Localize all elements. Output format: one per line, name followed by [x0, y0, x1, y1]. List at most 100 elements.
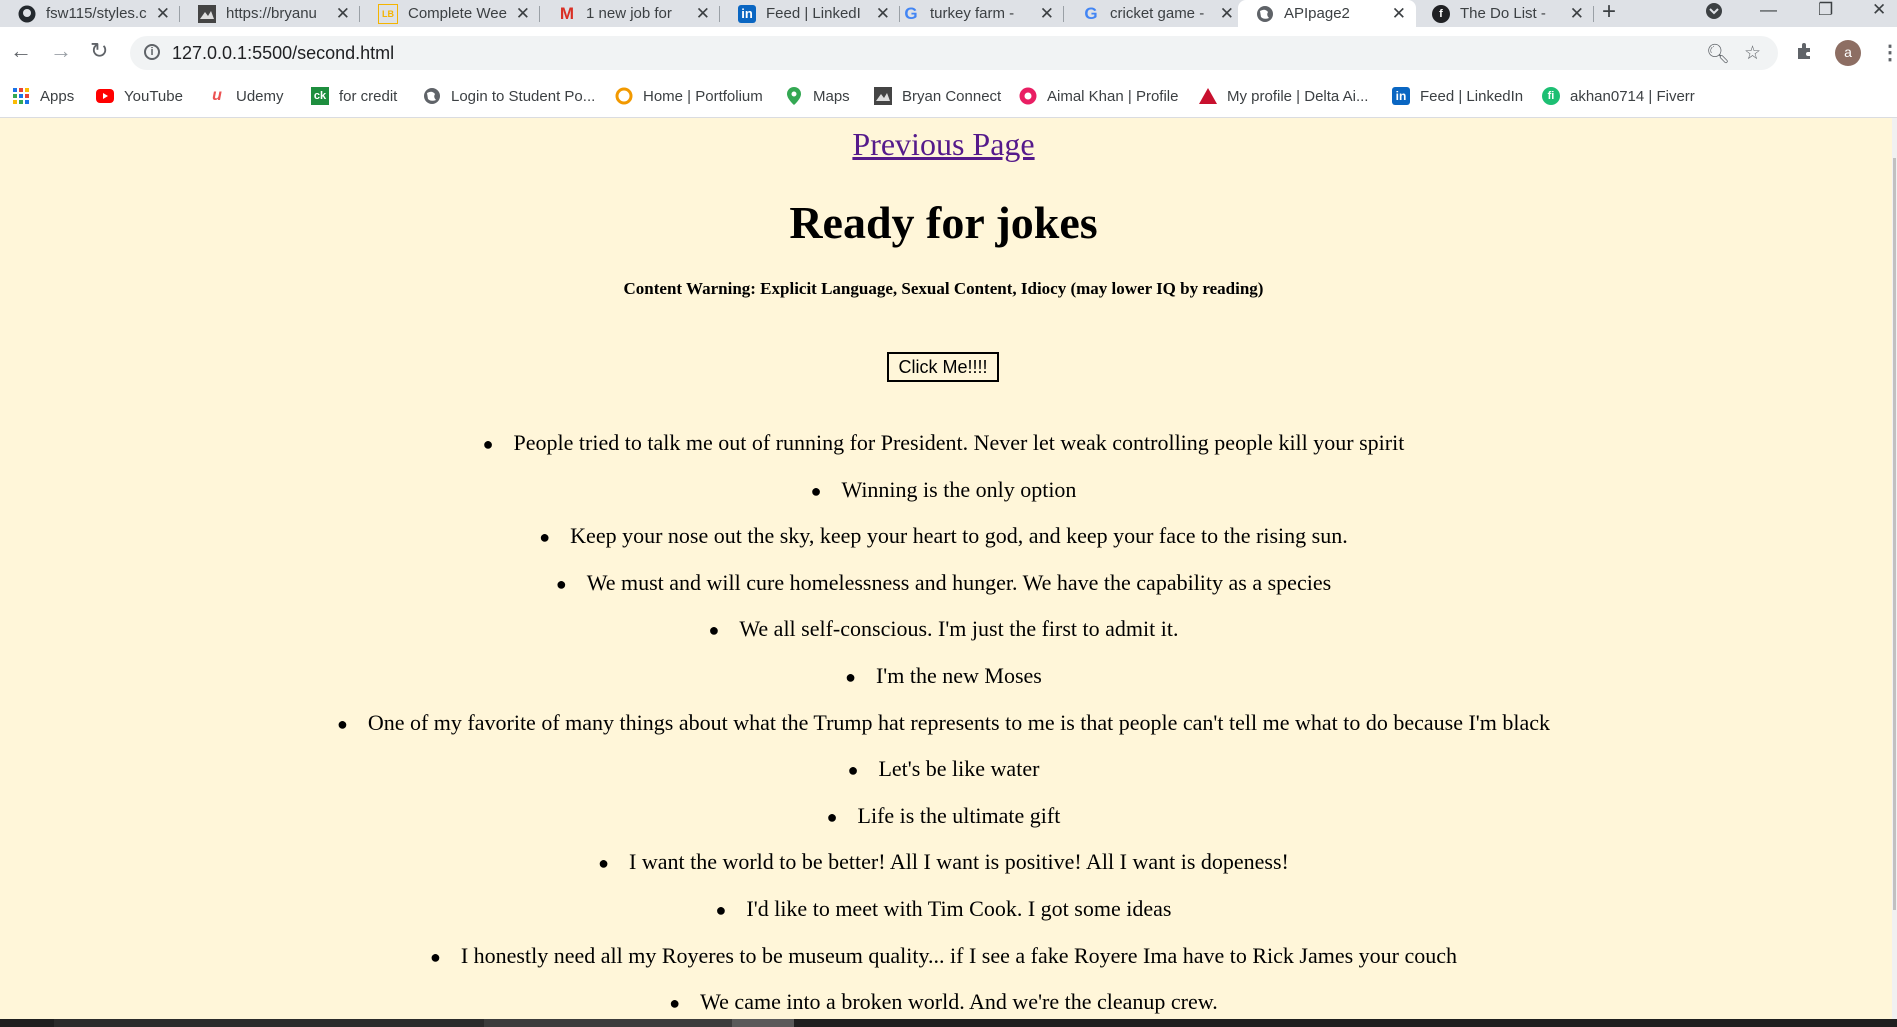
list-item: ● I honestly need all my Royeres to be mu…	[429, 942, 1458, 968]
close-icon[interactable]: ✕	[156, 4, 170, 24]
window-close-icon[interactable]: ✕	[1872, 0, 1886, 20]
bookmark-for-credit[interactable]: ck for credit	[311, 87, 397, 105]
click-me-button[interactable]: Click Me!!!!	[887, 352, 999, 382]
bookmark-label: YouTube	[124, 87, 183, 105]
tab-github[interactable]: fsw115/styles.c ✕	[0, 0, 180, 27]
joke-text: One of my favorite of many things about …	[367, 709, 1551, 735]
close-icon[interactable]: ✕	[1220, 4, 1234, 24]
taskbar-item[interactable]	[732, 1019, 794, 1027]
bookmark-label: Aimal Khan | Profile	[1047, 87, 1179, 105]
tab-linkedin[interactable]: in Feed | LinkedI ✕	[720, 0, 900, 27]
doc-icon: LB	[378, 3, 398, 24]
globe-icon	[1256, 5, 1274, 23]
joke-text: Let's be like water	[878, 756, 1040, 782]
address-url[interactable]: 127.0.0.1:5500/second.html	[172, 43, 394, 64]
joke-text: Life is the ultimate gift	[857, 802, 1061, 828]
bookmark-label: Bryan Connect	[902, 87, 1002, 105]
bookmark-aimal-profile[interactable]: Aimal Khan | Profile	[1019, 87, 1178, 105]
bookmark-fiverr[interactable]: fi akhan0714 | Fiverr	[1542, 87, 1695, 105]
tab-label: turkey farm -	[930, 5, 1015, 22]
bookmark-youtube[interactable]: YouTube	[96, 87, 183, 105]
tab-label: Feed | LinkedI	[766, 5, 861, 22]
bookmark-label: Home | Portfolium	[643, 87, 763, 105]
bookmark-apps[interactable]: Apps	[12, 87, 74, 105]
close-icon[interactable]: ✕	[1040, 4, 1054, 24]
extensions-icon[interactable]	[1795, 40, 1815, 66]
joke-text: People tried to talk me out of running f…	[513, 430, 1405, 455]
list-item: ● People tried to talk me out of running …	[482, 430, 1405, 455]
close-icon[interactable]: ✕	[1392, 4, 1406, 24]
list-item: ● We must and will cure homelessness and …	[555, 569, 1332, 595]
close-icon[interactable]: ✕	[336, 4, 350, 24]
close-icon[interactable]: ✕	[516, 4, 530, 24]
forward-icon[interactable]: →	[50, 40, 72, 62]
profile-icon	[1019, 87, 1037, 105]
tab-gmail[interactable]: M 1 new job for ✕	[540, 0, 720, 27]
ck-icon: ck	[311, 87, 329, 105]
tab-label: cricket game -	[1110, 5, 1205, 22]
tab-apipage2[interactable]: APIpage2 ✕	[1238, 0, 1416, 27]
bookmark-label: akhan0714 | Fiverr	[1570, 87, 1695, 105]
new-tab-button[interactable]: +	[1602, 0, 1616, 27]
list-item: ● Winning is the only option	[810, 476, 1077, 502]
bookmark-student-portal[interactable]: Login to Student Po...	[423, 87, 595, 105]
github-icon	[18, 5, 36, 23]
bryan-icon	[874, 87, 892, 105]
jokes-list: ● People tried to talk me out of running …	[0, 420, 1887, 1019]
tab-strip: fsw115/styles.c ✕ https://bryanu ✕ LB Co…	[0, 0, 1897, 27]
tab-doc[interactable]: LB Complete Wee ✕	[360, 0, 540, 27]
page-scrollbar-thumb[interactable]	[1893, 158, 1896, 910]
tab-google-cricket[interactable]: G cricket game - ✕	[1064, 0, 1244, 27]
bookmark-bryan-connect[interactable]: Bryan Connect	[874, 87, 1001, 105]
back-icon[interactable]: ←	[10, 40, 32, 62]
tab-google-turkey[interactable]: G turkey farm - ✕	[884, 0, 1064, 27]
previous-page-link[interactable]: Previous Page	[852, 126, 1034, 162]
google-icon: G	[904, 3, 918, 23]
tab-bryan[interactable]: https://bryanu ✕	[180, 0, 360, 27]
address-bar[interactable]: i 127.0.0.1:5500/second.html 🔍︎ ☆	[130, 36, 1778, 70]
apps-grid-icon	[12, 87, 30, 105]
list-item: ● Keep your nose out the sky, keep your h…	[539, 523, 1348, 549]
bookmark-linkedin[interactable]: in Feed | LinkedIn	[1392, 87, 1523, 105]
tab-search-icon[interactable]	[1705, 2, 1723, 25]
bookmark-udemy[interactable]: u Udemy	[208, 87, 284, 105]
todo-icon: f	[1432, 4, 1450, 23]
taskbar-item[interactable]	[484, 1019, 732, 1027]
tab-todo[interactable]: f The Do List - ✕	[1414, 0, 1594, 27]
reload-icon[interactable]: ↻	[90, 40, 108, 62]
profile-avatar[interactable]: a	[1835, 40, 1861, 66]
joke-text: We came into a broken world. And we're t…	[700, 989, 1218, 1015]
bookmark-maps[interactable]: Maps	[785, 87, 850, 105]
tab-label: Complete Wee	[408, 5, 507, 22]
bookmark-delta[interactable]: My profile | Delta Ai...	[1199, 87, 1368, 105]
bookmark-portfolium[interactable]: Home | Portfolium	[615, 87, 763, 105]
site-info-icon[interactable]: i	[144, 44, 160, 60]
delta-icon	[1199, 87, 1217, 105]
list-item: ● I'd like to meet with Tim Cook. I got s…	[715, 895, 1172, 921]
bookmark-star-icon[interactable]: ☆	[1744, 42, 1761, 65]
bryan-icon	[198, 4, 216, 23]
list-item: ● We came into a broken world. And we're …	[669, 989, 1218, 1015]
bookmark-label: Login to Student Po...	[451, 87, 596, 105]
restore-icon[interactable]: ❐	[1818, 0, 1833, 20]
minimize-icon[interactable]: —	[1760, 0, 1777, 20]
joke-text: I want the world to be better! All I wan…	[629, 849, 1289, 875]
tab-label: The Do List -	[1460, 5, 1546, 22]
close-icon[interactable]: ✕	[1570, 4, 1584, 24]
list-item: ● Life is the ultimate gift	[826, 802, 1061, 828]
bookmark-label: Udemy	[236, 87, 284, 105]
list-item: ● Let's be like water	[847, 756, 1040, 782]
tab-label: APIpage2	[1284, 5, 1350, 22]
close-icon[interactable]: ✕	[696, 4, 710, 24]
zoom-icon[interactable]: 🔍︎	[1706, 42, 1730, 66]
bookmark-label: Feed | LinkedIn	[1420, 87, 1524, 105]
menu-kebab-icon[interactable]: ⋮	[1880, 40, 1897, 65]
joke-text: Winning is the only option	[841, 476, 1077, 502]
udemy-icon: u	[212, 87, 222, 104]
bookmarks-bar: Apps YouTube u Udemy ck for credit Login…	[0, 79, 1897, 118]
gmail-icon: M	[559, 3, 575, 23]
google-icon: G	[1084, 3, 1098, 23]
list-item: ● We all self-conscious. I'm just the fir…	[708, 616, 1179, 642]
joke-text: Keep your nose out the sky, keep your he…	[570, 523, 1348, 549]
taskbar-item[interactable]	[54, 1019, 484, 1027]
